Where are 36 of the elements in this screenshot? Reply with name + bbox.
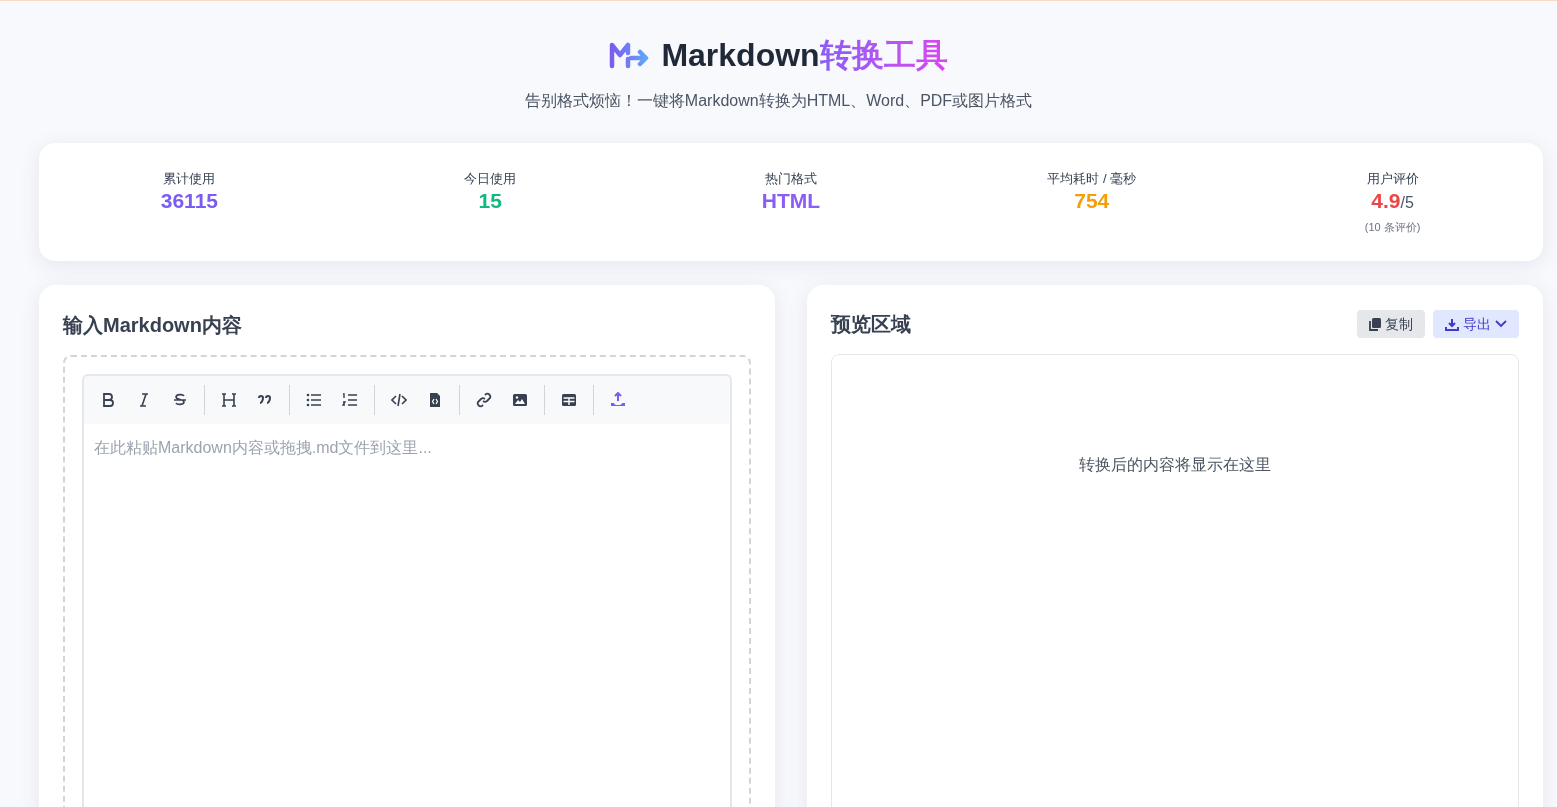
stat-label: 热门格式	[765, 170, 817, 188]
app-title: Markdown转换工具	[661, 36, 948, 75]
copy-icon	[1369, 317, 1381, 331]
heading-icon	[221, 392, 237, 408]
drop-zone[interactable]: 在此粘贴Markdown内容或拖拽.md文件到这里...	[63, 355, 751, 807]
copy-button[interactable]: 复制	[1357, 310, 1425, 338]
export-button[interactable]: 导出	[1433, 310, 1519, 338]
rating-scale: /5	[1400, 193, 1414, 213]
stat-value: 4.9	[1371, 189, 1401, 213]
chevron-down-icon	[1495, 320, 1507, 328]
stat-label: 累计使用	[163, 170, 216, 188]
upload-icon	[610, 392, 626, 408]
panel-title: 预览区域	[831, 312, 911, 337]
stat-value: 36115	[160, 189, 218, 213]
strikethrough-icon	[172, 392, 188, 408]
table-icon	[561, 392, 577, 408]
bold-icon	[100, 392, 116, 408]
download-icon	[1445, 317, 1459, 331]
panel-title: 输入Markdown内容	[63, 313, 243, 338]
empty-preview-text: 转换后的内容将显示在这里	[1079, 455, 1271, 475]
stat-value: 754	[1074, 189, 1110, 213]
code-icon	[391, 392, 407, 408]
stat-label: 今日使用	[464, 170, 517, 188]
stat-value: 15	[478, 189, 502, 213]
stat-value: HTML	[761, 189, 821, 213]
code-file-icon	[427, 392, 443, 408]
subtitle: 告别格式烦恼！一键将Markdown转换为HTML、Word、PDF或图片格式	[524, 91, 1033, 111]
stat-label: 用户评价	[1366, 170, 1419, 188]
link-icon	[476, 392, 492, 408]
numbered-list-icon	[342, 392, 358, 408]
rating-count: (10 条评价)	[1364, 220, 1421, 235]
logo-icon	[609, 41, 650, 69]
image-icon	[512, 392, 528, 408]
bullet-list-icon	[306, 392, 322, 408]
stat-label: 平均耗时 / 毫秒	[1047, 170, 1137, 188]
markdown-input[interactable]: 在此粘贴Markdown内容或拖拽.md文件到这里...	[82, 424, 732, 807]
